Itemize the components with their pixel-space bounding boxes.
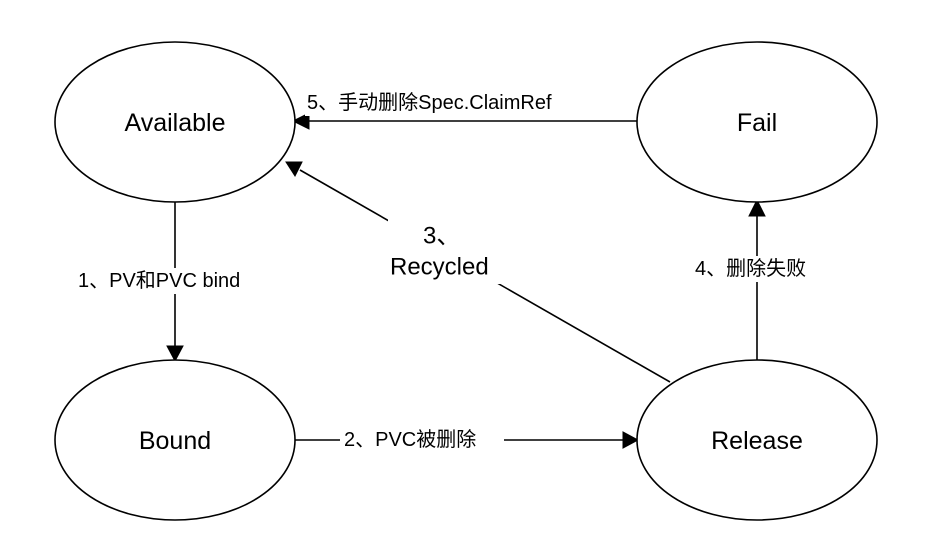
state-bound: Bound xyxy=(54,359,296,521)
label-recycled: 3、 Recycled xyxy=(388,218,504,284)
state-available: Available xyxy=(54,41,296,203)
label-pvc-deleted: 2、PVC被删除 xyxy=(340,427,504,453)
release-label: Release xyxy=(711,427,803,455)
label-manual-delete: 5、手动删除Spec.ClaimRef xyxy=(305,90,635,116)
label-bind: 1、PV和PVC bind xyxy=(74,268,276,294)
pvc-deleted-label: 2、PVC被删除 xyxy=(344,428,476,451)
label-delete-failed: 4、删除失败 xyxy=(690,256,830,282)
bound-label: Bound xyxy=(139,427,211,455)
manual-delete-label: 5、手动删除Spec.ClaimRef xyxy=(307,91,552,114)
pv-lifecycle-diagram: 1、PV和PVC bind 2、PVC被删除 3、 Recycled 4、删除失… xyxy=(54,41,878,521)
recycled-number-label: 3、 xyxy=(423,223,460,250)
recycled-text-label: Recycled xyxy=(390,254,489,281)
state-fail: Fail xyxy=(636,41,878,203)
delete-failed-label: 4、删除失败 xyxy=(695,257,806,280)
fail-label: Fail xyxy=(737,109,777,137)
state-release: Release xyxy=(636,359,878,521)
available-label: Available xyxy=(124,109,225,137)
bind-label: 1、PV和PVC bind xyxy=(78,269,240,292)
